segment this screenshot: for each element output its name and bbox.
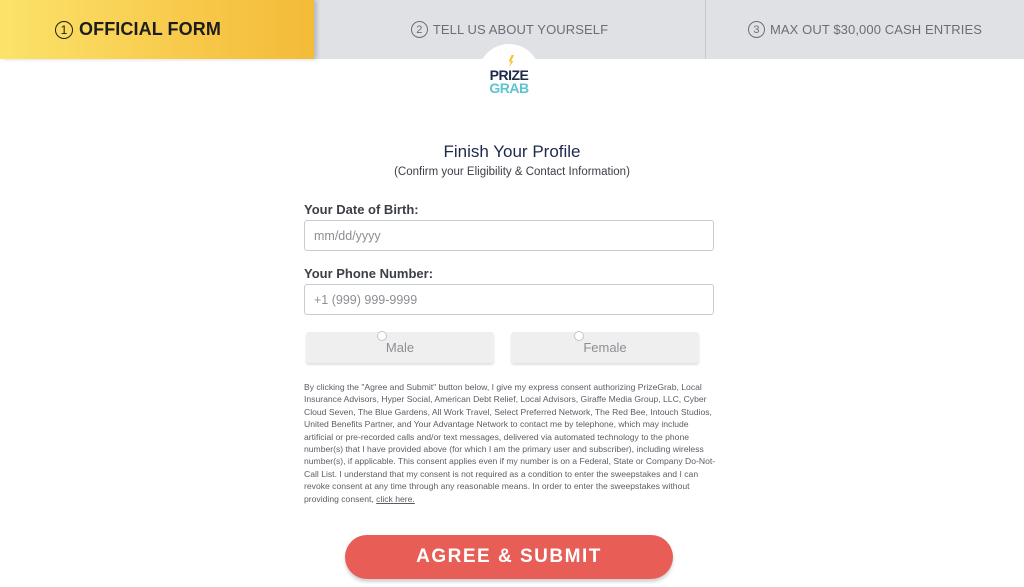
agree-submit-button[interactable]: AGREE & SUBMIT <box>345 535 673 579</box>
step-number: 3 <box>747 21 765 38</box>
step-official-form: 1 OFFICIAL FORM <box>0 0 314 59</box>
dob-input[interactable] <box>304 220 714 251</box>
page-subtitle: (Confirm your Eligibility & Contact Info… <box>394 166 630 178</box>
click-here-link[interactable]: click here. <box>376 494 415 504</box>
prizegrab-logo: PRIZE GRAB <box>478 44 540 106</box>
step-label: MAX OUT $30,000 CASH ENTRIES <box>769 22 983 37</box>
male-label: Male <box>385 340 415 355</box>
step-label: TELL US ABOUT YOURSELF <box>432 22 609 37</box>
female-label: Female <box>583 340 627 355</box>
step-label: OFFICIAL FORM <box>79 19 221 39</box>
consent-text: By clicking the "Agree and Submit" butto… <box>304 381 718 505</box>
phone-input[interactable] <box>304 284 714 315</box>
phone-label: Your Phone Number: <box>304 266 434 281</box>
male-radio[interactable] <box>377 331 387 341</box>
gender-female-option[interactable]: Female <box>511 331 699 363</box>
step-number: 2 <box>410 21 428 38</box>
logo-line-2: GRAB <box>489 80 529 96</box>
gender-male-option[interactable]: Male <box>306 331 494 363</box>
female-radio[interactable] <box>574 331 584 341</box>
bolt-icon <box>508 55 514 67</box>
step-max-out: 3 MAX OUT $30,000 CASH ENTRIES <box>706 0 1024 59</box>
page-title: Finish Your Profile <box>443 142 581 161</box>
dob-label: Your Date of Birth: <box>304 202 419 217</box>
consent-body: By clicking the "Agree and Submit" butto… <box>304 382 716 504</box>
step-number: 1 <box>55 20 73 39</box>
